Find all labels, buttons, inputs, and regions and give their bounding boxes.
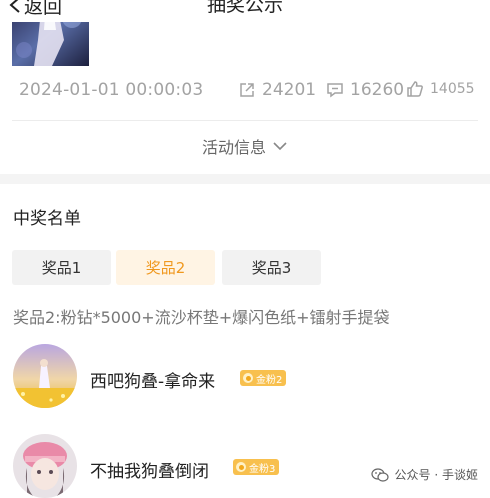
thumbs-up-icon — [407, 81, 423, 97]
tab-prize-2[interactable]: 奖品2 — [116, 250, 215, 285]
page-title: 抽奖公示 — [206, 0, 283, 16]
tab-label: 奖品2 — [145, 259, 186, 277]
medal-icon — [236, 462, 246, 472]
back-button[interactable]: 返回 — [8, 0, 62, 18]
badge-label: 金粉3 — [249, 463, 276, 475]
watermark: 公众号 · 手谈姬 — [370, 466, 478, 483]
share-count: 24201 — [262, 80, 317, 100]
wechat-icon — [370, 467, 389, 482]
tab-label: 奖品3 — [251, 259, 292, 277]
share-icon — [240, 83, 254, 97]
section-separator — [0, 174, 490, 184]
like-stat[interactable]: 14055 — [406, 80, 475, 98]
winners-title: 中奖名单 — [13, 209, 81, 229]
post-date: 2024-01-01 00:00:03 — [19, 80, 204, 100]
tab-prize-1[interactable]: 奖品1 — [12, 250, 111, 285]
watermark-text: 公众号 · 手谈姬 — [394, 468, 478, 482]
activity-info-toggle[interactable]: 活动信息 — [0, 134, 490, 158]
comment-icon — [327, 83, 343, 98]
winner-name: 西吧狗叠-拿命来 — [90, 372, 216, 392]
fan-level-badge: 金粉3 — [233, 459, 280, 475]
chevron-left-icon — [9, 0, 20, 13]
tab-label: 奖品1 — [41, 259, 82, 277]
comment-count: 16260 — [350, 80, 405, 100]
comment-stat[interactable]: 16260 — [326, 80, 404, 100]
back-label: 返回 — [24, 0, 63, 18]
chevron-down-icon — [273, 142, 287, 151]
activity-info-label: 活动信息 — [201, 138, 266, 157]
like-count: 14055 — [430, 81, 475, 97]
avatar[interactable] — [13, 344, 77, 408]
divider — [12, 120, 478, 121]
avatar[interactable] — [13, 434, 77, 498]
winner-name: 不抽我狗叠倒闭 — [90, 462, 209, 482]
prize-description: 奖品2:粉钻*5000+流沙杯垫+爆闪色纸+镭射手提袋 — [13, 308, 390, 327]
tab-prize-3[interactable]: 奖品3 — [222, 250, 321, 285]
fan-level-badge: 金粉2 — [240, 370, 287, 386]
medal-icon — [243, 373, 253, 383]
badge-label: 金粉2 — [256, 374, 283, 386]
share-stat[interactable]: 24201 — [238, 80, 316, 100]
